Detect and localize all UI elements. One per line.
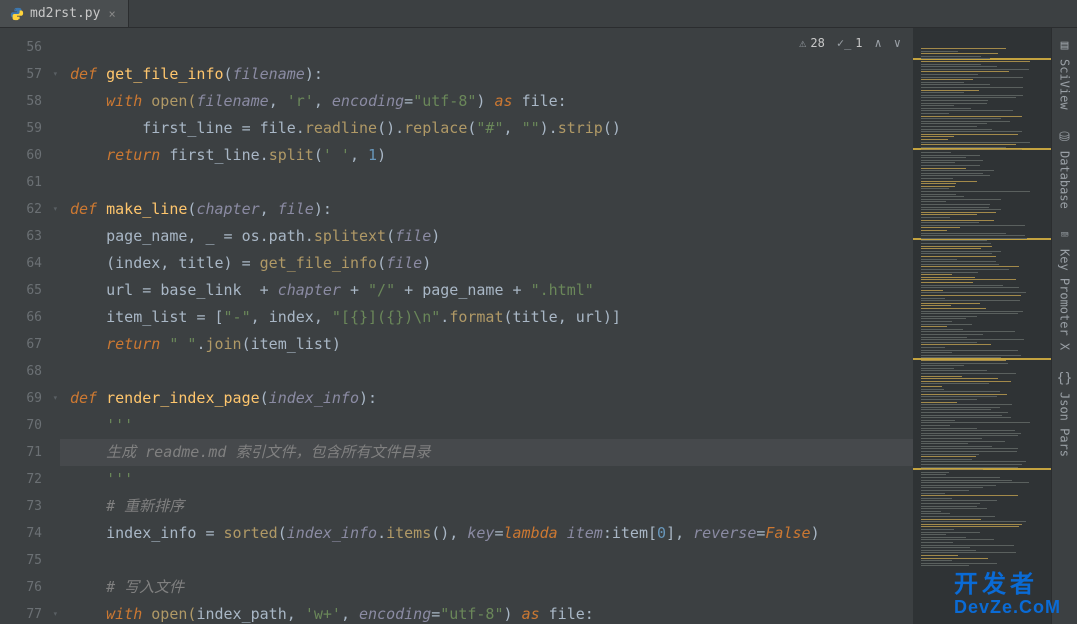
inspection-bar: ⚠ 28 ✓̲ 1 ∧ ∨ <box>799 36 901 50</box>
code-line[interactable]: url = base_link + chapter + "/" + page_n… <box>60 277 913 304</box>
code-line[interactable]: def make_line(chapter, file): <box>60 196 913 223</box>
code-line[interactable]: # 重新排序 <box>60 493 913 520</box>
code-line[interactable]: def get_file_info(filename): <box>60 61 913 88</box>
tool-label: SciView <box>1058 59 1072 110</box>
main-area: 5657▾5859606162▾63646566676869▾707172737… <box>0 28 1077 624</box>
minimap[interactable] <box>913 28 1051 624</box>
warning-icon: ⚠ <box>799 36 806 50</box>
tool-label: Database <box>1058 151 1072 209</box>
line-number: 61 <box>0 169 60 196</box>
code-line[interactable] <box>60 34 913 61</box>
tool-window-button[interactable]: ⛁ Database <box>1056 120 1074 219</box>
tool-window-button[interactable]: ▤ SciView <box>1056 28 1074 120</box>
fold-icon[interactable]: ▾ <box>53 196 58 223</box>
python-file-icon <box>10 7 24 21</box>
tool-label: Json Pars <box>1058 392 1072 457</box>
editor-tabs-bar: md2rst.py × <box>0 0 1077 28</box>
fold-icon[interactable]: ▾ <box>53 601 58 624</box>
line-number: 56 <box>0 34 60 61</box>
line-number: 60 <box>0 142 60 169</box>
line-number: 59 <box>0 115 60 142</box>
fold-icon[interactable]: ▾ <box>53 385 58 412</box>
line-number: 74 <box>0 520 60 547</box>
right-tool-strip: ▤ SciView ⛁ Database ⌨ Key Promoter X {} Json P… <box>1051 28 1077 624</box>
line-number: 58 <box>0 88 60 115</box>
code-line[interactable]: return first_line.split(' ', 1) <box>60 142 913 169</box>
line-number: 66 <box>0 304 60 331</box>
tool-icon: ⌨ <box>1061 228 1069 243</box>
prev-highlight-icon[interactable]: ∧ <box>875 36 882 50</box>
line-number: 67 <box>0 331 60 358</box>
tool-label: Key Promoter X <box>1058 249 1072 350</box>
line-number: 68 <box>0 358 60 385</box>
tool-window-button[interactable]: ⌨ Key Promoter X <box>1056 218 1074 360</box>
tool-icon: ⛁ <box>1059 130 1070 145</box>
next-highlight-icon[interactable]: ∨ <box>894 36 901 50</box>
line-number: 63 <box>0 223 60 250</box>
editor-area: 5657▾5859606162▾63646566676869▾707172737… <box>0 28 1051 624</box>
code-line[interactable]: def render_index_page(index_info): <box>60 385 913 412</box>
code-line[interactable]: index_info = sorted(index_info.items(), … <box>60 520 913 547</box>
code-line[interactable]: (index, title) = get_file_info(file) <box>60 250 913 277</box>
typo-icon: ✓̲ <box>837 36 851 50</box>
line-number: 65 <box>0 277 60 304</box>
code-line[interactable]: with open(filename, 'r', encoding="utf-8… <box>60 88 913 115</box>
fold-icon[interactable]: ▾ <box>53 61 58 88</box>
code-line[interactable]: first_line = file.readline().replace("#"… <box>60 115 913 142</box>
line-number: 77▾ <box>0 601 60 624</box>
line-number: 73 <box>0 493 60 520</box>
tool-window-button[interactable]: {} Json Pars <box>1055 361 1075 467</box>
code-line[interactable]: 生成 readme.md 索引文件，包含所有文件目录 <box>60 439 913 466</box>
line-number: 69▾ <box>0 385 60 412</box>
close-icon[interactable]: × <box>106 7 117 21</box>
line-number: 62▾ <box>0 196 60 223</box>
line-number: 57▾ <box>0 61 60 88</box>
code-area[interactable]: ⚠ 28 ✓̲ 1 ∧ ∨ def get_file_info(filename… <box>60 28 913 624</box>
code-line[interactable]: # 写入文件 <box>60 574 913 601</box>
code-line[interactable] <box>60 547 913 574</box>
code-line[interactable]: page_name, _ = os.path.splitext(file) <box>60 223 913 250</box>
gutter: 5657▾5859606162▾63646566676869▾707172737… <box>0 28 60 624</box>
line-number: 76 <box>0 574 60 601</box>
line-number: 72 <box>0 466 60 493</box>
code-line[interactable] <box>60 358 913 385</box>
line-number: 71 <box>0 439 60 466</box>
code-line[interactable]: ''' <box>60 466 913 493</box>
tab-filename: md2rst.py <box>30 6 100 21</box>
warnings-indicator[interactable]: ⚠ 28 <box>799 36 825 50</box>
code-line[interactable]: return " ".join(item_list) <box>60 331 913 358</box>
line-number: 64 <box>0 250 60 277</box>
code-line[interactable]: item_list = ["-", index, "[{}]({})\n".fo… <box>60 304 913 331</box>
line-number: 75 <box>0 547 60 574</box>
code-line[interactable]: with open(index_path, 'w+', encoding="ut… <box>60 601 913 624</box>
code-line[interactable] <box>60 169 913 196</box>
editor-tab[interactable]: md2rst.py × <box>0 0 129 27</box>
tool-icon: {} <box>1057 371 1073 386</box>
code-line[interactable]: ''' <box>60 412 913 439</box>
line-number: 70 <box>0 412 60 439</box>
tool-icon: ▤ <box>1061 38 1069 53</box>
typos-indicator[interactable]: ✓̲ 1 <box>837 36 863 50</box>
